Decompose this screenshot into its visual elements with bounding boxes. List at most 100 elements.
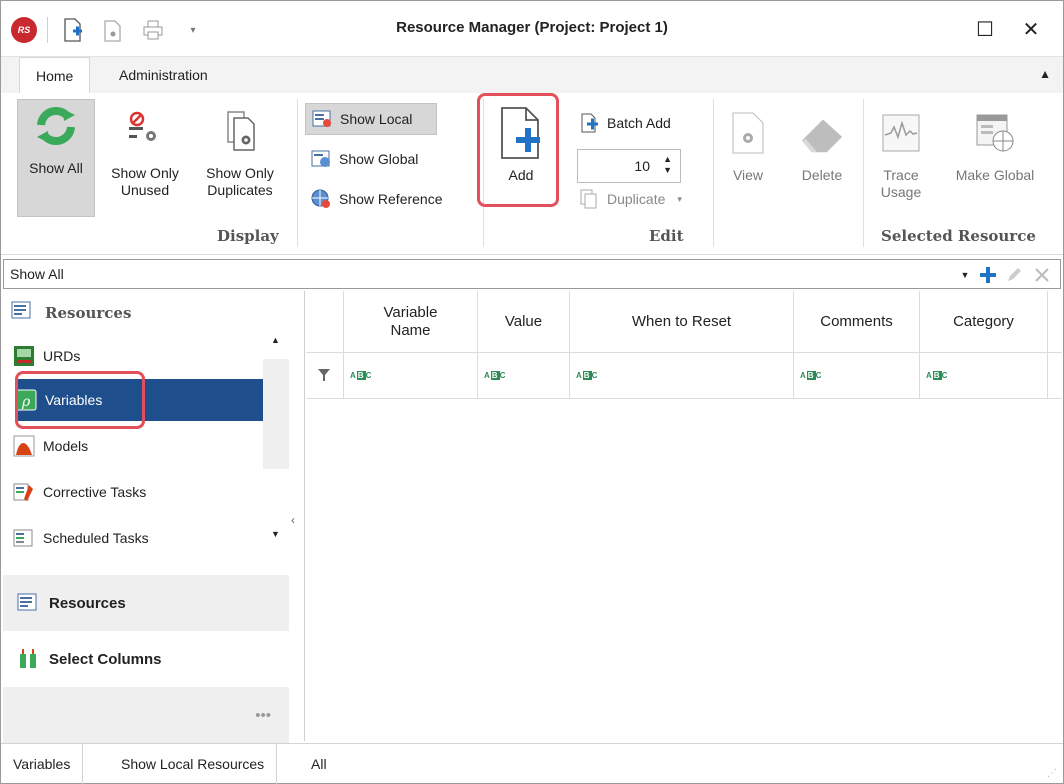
show-only-unused-label: Show Only Unused [111,165,179,198]
duplicate-chevron-down-icon[interactable]: ▾ [677,194,682,205]
show-all-button[interactable]: Show All [17,99,95,217]
status-bar: Variables Show Local Resources All ⋰ [1,743,1063,784]
edit-filter-pencil-icon[interactable] [1002,262,1026,288]
show-reference-button[interactable]: Show Reference [305,183,475,215]
nav-item-label: Corrective Tasks [43,484,147,500]
make-global-button[interactable]: Make Global [945,107,1045,184]
show-only-unused-button[interactable]: Show Only Unused [105,105,185,199]
unused-filter-icon [121,105,169,157]
urd-icon [13,345,35,367]
navigation-pane: Resources URDs ρ Variables Models Correc… [1,291,305,743]
batch-count-value: 10 [634,158,650,174]
column-header-category[interactable]: Category [920,291,1048,353]
nav-more-button[interactable]: ••• [3,687,289,743]
resource-filter-combobox[interactable]: Show All ▼ [3,259,1061,289]
column-header-variable-name[interactable]: Variable Name [344,291,478,353]
show-global-label: Show Global [339,151,419,167]
column-header-comments[interactable]: Comments [794,291,920,353]
nav-item-corrective-tasks[interactable]: Corrective Tasks [13,471,263,513]
text-filter-icon: ABC [350,371,373,380]
nav-panel-select-columns[interactable]: Select Columns [3,631,289,687]
batch-add-button[interactable]: Batch Add [573,107,693,139]
status-filter: All [311,756,327,772]
scroll-down-chevron-icon[interactable]: ▼ [271,529,280,539]
resources-list-icon [11,301,33,325]
batch-add-label: Batch Add [607,115,671,131]
collapse-ribbon-chevron-up-icon[interactable]: ▲ [1039,67,1051,81]
maximize-button[interactable]: ☐ [965,13,1005,45]
duplicate-icon [579,189,599,209]
filter-cell-category[interactable]: ABC [920,353,1048,399]
duplicate-label: Duplicate [607,191,666,207]
resources-header: Resources [11,301,131,325]
add-filter-plus-icon[interactable] [976,262,1000,288]
nav-panel-label: Resources [49,594,126,612]
select-columns-icon [17,648,39,670]
filter-chevron-down-icon[interactable]: ▼ [958,262,972,288]
close-button[interactable]: ✕ [1011,13,1051,45]
view-label: View [732,167,764,183]
resources-header-label: Resources [45,304,132,322]
tab-home[interactable]: Home [19,57,91,93]
ribbon: Show All Show Only Unused Show Only Dupl… [1,93,1063,255]
stepper-arrows-icon[interactable]: ▲ ▼ [663,154,672,176]
column-header-value[interactable]: Value [478,291,570,353]
tab-administration[interactable]: Administration [103,57,224,93]
scroll-thumb[interactable] [263,359,289,469]
group-divider [863,99,864,247]
nav-item-models[interactable]: Models [13,425,263,467]
make-global-icon [971,107,1019,159]
nav-panel-label: Select Columns [49,650,162,668]
group-divider [297,99,298,247]
filter-cell-when-to-reset[interactable]: ABC [570,353,794,399]
reference-globe-icon [311,189,331,209]
view-eye-icon [724,107,772,159]
add-highlight-box [477,93,559,207]
view-button[interactable]: View [723,107,773,184]
nav-scrollbar[interactable]: ▲ ▼ [263,335,289,545]
column-header-when-to-reset[interactable]: When to Reset [570,291,794,353]
show-global-button[interactable]: Show Global [305,143,445,175]
nav-item-scheduled-tasks[interactable]: Scheduled Tasks [13,517,263,559]
text-filter-icon: ABC [576,371,599,380]
show-local-label: Show Local [340,111,413,127]
resize-grip-icon[interactable]: ⋰ [1047,768,1057,779]
edit-group-label: Edit [649,227,684,245]
collapse-pane-chevron-left-icon[interactable]: ‹ [291,513,295,527]
show-only-duplicates-button[interactable]: Show Only Duplicates [197,105,283,199]
global-resources-icon [311,149,331,169]
filter-funnel-icon[interactable] [306,353,344,399]
nav-item-label: Scheduled Tasks [43,530,149,546]
refresh-icon [32,100,80,152]
text-filter-icon: ABC [484,371,507,380]
nav-item-label: URDs [43,348,81,364]
duplicates-icon [216,105,264,157]
scroll-up-chevron-icon[interactable]: ▲ [271,335,280,345]
grid-header: Variable Name Value When to Reset Commen… [306,291,1062,353]
display-group-label: Display [217,227,279,245]
show-only-duplicates-label: Show Only Duplicates [206,165,274,198]
nav-panel-resources[interactable]: Resources [3,575,289,631]
text-filter-icon: ABC [926,371,949,380]
window-title: Resource Manager (Project: Project 1) [396,19,668,36]
show-local-button[interactable]: Show Local [305,103,437,135]
more-ellipsis-icon: ••• [255,706,271,724]
auto-filter-row: ABC ABC ABC ABC ABC [306,353,1062,399]
filter-cell-comments[interactable]: ABC [794,353,920,399]
corrective-task-icon [13,481,35,503]
trace-usage-icon [877,107,925,159]
selected-resource-group-label: Selected Resource [881,227,1036,245]
trace-usage-button[interactable]: Trace Usage [873,107,929,201]
local-resources-icon [312,109,332,129]
delete-button[interactable]: Delete [787,107,857,184]
filter-cell-value[interactable]: ABC [478,353,570,399]
nav-item-label: Models [43,438,89,454]
scheduled-task-icon [13,527,35,549]
filter-cell-variable-name[interactable]: ABC [344,353,478,399]
title-bar: RS ▾ Resource Manager (Project: Project … [1,1,1063,57]
duplicate-button[interactable]: Duplicate ▾ [573,183,713,215]
status-scope: Show Local Resources [109,744,278,784]
clear-filter-close-icon[interactable] [1030,262,1054,288]
delete-label: Delete [801,167,843,183]
batch-count-stepper[interactable]: 10 ▲ ▼ [577,149,681,183]
